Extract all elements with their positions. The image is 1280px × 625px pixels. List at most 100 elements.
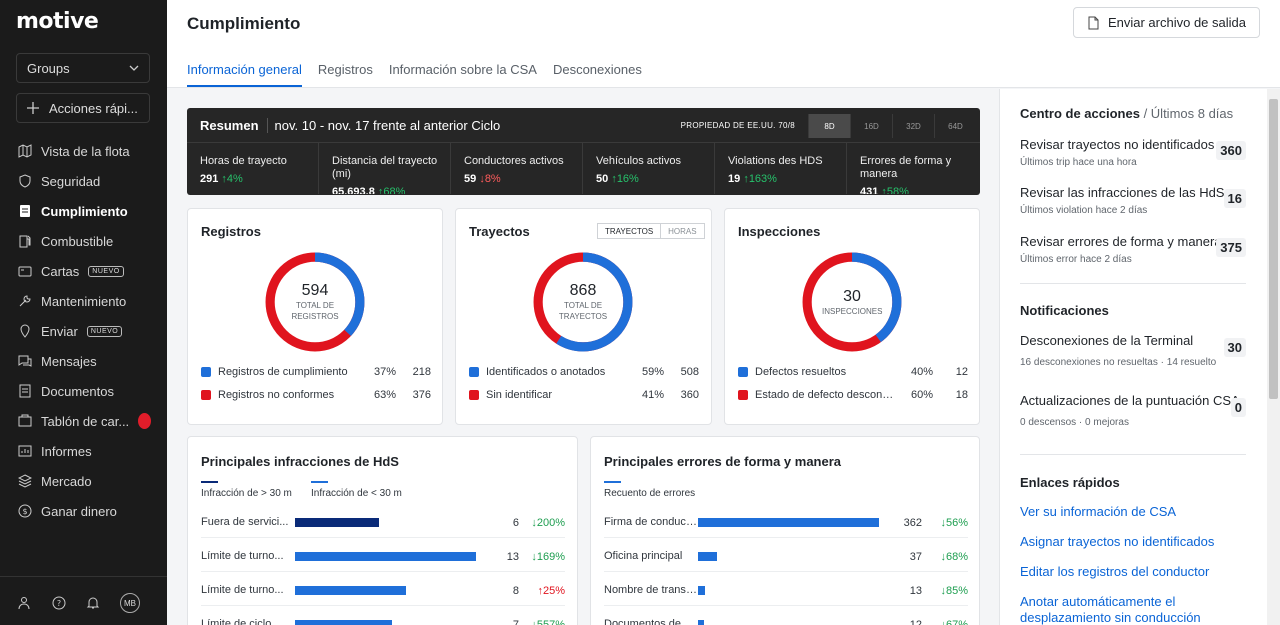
legend-pct: 40%	[910, 366, 933, 378]
metric-hos-violations[interactable]: Violations des HDS 19 ↑163%	[715, 143, 847, 194]
legend-row[interactable]: Registros no conformes 63% 376	[201, 389, 431, 401]
bell-icon[interactable]	[86, 596, 100, 610]
quick-actions-button[interactable]: Acciones rápi...	[16, 93, 150, 123]
sidebar-item-fleet-view[interactable]: Vista de la flota	[0, 136, 167, 166]
sidebar-item-label: Tablón de car...	[41, 413, 130, 429]
send-output-file-button[interactable]: Enviar archivo de salida	[1072, 7, 1260, 38]
tab-csa[interactable]: Información sobre la CSA	[389, 62, 537, 87]
sidebar-item-market[interactable]: Mercado	[0, 466, 167, 496]
sidebar-item-load-board[interactable]: Tablón de car...	[0, 406, 167, 436]
scrollbar-thumb[interactable]	[1269, 99, 1278, 399]
legend-row[interactable]: Identificados o anotados 59% 508	[469, 366, 699, 378]
bar-row[interactable]: Fuera de servici... 6 ↓200%	[201, 508, 565, 538]
metric-drive-distance[interactable]: Distancia del trayecto (mi) 65,693.8 ↑68…	[319, 143, 451, 194]
period-16d[interactable]: 16D	[850, 114, 892, 138]
link-auto-annotate[interactable]: Anotar automáticamente el desplazamiento…	[1020, 594, 1220, 625]
bar-row[interactable]: Límite de turno... 13 ↓169%	[201, 542, 565, 572]
action-item[interactable]: Revisar errores de forma y manera Último…	[1020, 234, 1246, 265]
groups-dropdown[interactable]: Groups	[16, 53, 150, 83]
metric-form-errors[interactable]: Errores de forma y manera 431 ↑58%	[847, 143, 979, 194]
metric-active-drivers[interactable]: Conductores activos 59 ↓8%	[451, 143, 583, 194]
period-32d[interactable]: 32D	[892, 114, 934, 138]
period-64d[interactable]: 64D	[934, 114, 976, 138]
legend-swatch-blue	[201, 367, 211, 377]
toggle-hours[interactable]: HORAS	[661, 224, 703, 238]
legend-pct: 63%	[373, 389, 396, 401]
sidebar-item-reports[interactable]: Informes	[0, 436, 167, 466]
legend-label: Recuento de errores	[604, 488, 696, 499]
send-output-file-label: Enviar archivo de salida	[1107, 15, 1246, 30]
bar-change: ↓68%	[940, 550, 968, 563]
bar-change: ↑25%	[537, 584, 565, 597]
link-csa-info[interactable]: Ver su información de CSA	[1020, 504, 1220, 520]
sidebar-item-compliance[interactable]: Cumplimiento	[0, 196, 167, 226]
section-divider	[1020, 454, 1246, 455]
sidebar-item-fuel[interactable]: Combustible	[0, 226, 167, 256]
metric-change: ↑163%	[743, 173, 777, 185]
notification-title: Actualizaciones de la puntuación CSA	[1020, 393, 1240, 408]
market-icon	[18, 474, 32, 488]
legend-row[interactable]: Defectos resueltos 40% 12	[738, 366, 968, 378]
action-item[interactable]: Revisar las infracciones de las HdS Últi…	[1020, 185, 1246, 216]
groups-label: Groups	[27, 60, 70, 76]
svg-text:?: ?	[57, 599, 61, 608]
action-center-title: Centro de acciones / Últimos 8 días	[1020, 106, 1234, 121]
bar-row[interactable]: Documentos de ... 12 ↓67%	[604, 610, 968, 625]
avatar[interactable]: MB	[120, 593, 140, 613]
legend-row[interactable]: Registros de cumplimiento 37% 218	[201, 366, 431, 378]
legend-count: 508	[680, 366, 699, 378]
period-8d[interactable]: 8D	[808, 114, 850, 138]
metric-label: Distancia del trayecto (mi)	[332, 155, 438, 180]
sidebar-item-security[interactable]: Seguridad	[0, 166, 167, 196]
action-item[interactable]: Revisar trayectos no identificados Últim…	[1020, 137, 1246, 168]
help-icon[interactable]: ?	[52, 596, 66, 610]
legend-row[interactable]: Estado de defecto desconoci... 60% 18	[738, 389, 968, 401]
chat-icon	[18, 355, 32, 367]
wrench-icon	[19, 295, 31, 307]
sidebar-item-dispatch[interactable]: Enviar NUEVO	[0, 316, 167, 346]
notification-item[interactable]: Actualizaciones de la puntuación CSA 0 d…	[1020, 393, 1246, 428]
bar-row[interactable]: Nombre de transp... 13 ↓85%	[604, 576, 968, 606]
link-assign-trips[interactable]: Asignar trayectos no identificados	[1020, 534, 1220, 550]
legend-label: Infracción de < 30 m	[311, 488, 402, 499]
sidebar-item-messages[interactable]: Mensajes	[0, 346, 167, 376]
bar-track	[295, 586, 476, 595]
bar-row[interactable]: Firma de conductor 362 ↓56%	[604, 508, 968, 538]
bar-change: ↓85%	[940, 584, 968, 597]
bar-track	[698, 620, 879, 625]
notification-item[interactable]: Desconexiones de la Terminal 16 desconex…	[1020, 333, 1246, 368]
bar-row[interactable]: Oficina principal 37 ↓68%	[604, 542, 968, 572]
metric-active-vehicles[interactable]: Vehículos activos 50 ↑16%	[583, 143, 715, 194]
bar-change: ↓200%	[531, 516, 565, 529]
metric-drive-hours[interactable]: Horas de trayecto 291 ↑4%	[187, 143, 319, 194]
toggle-trips[interactable]: TRAYECTOS	[598, 224, 662, 238]
bar-row[interactable]: Límite de turno... 8 ↑25%	[201, 576, 565, 606]
sidebar-item-cards[interactable]: Cartas NUEVO	[0, 256, 167, 286]
users-settings-icon[interactable]	[18, 596, 32, 610]
metric-change: ↑4%	[221, 173, 243, 185]
sidebar-item-label: Combustible	[41, 233, 114, 249]
tab-overview[interactable]: Información general	[187, 62, 302, 87]
motive-logo[interactable]: motive	[16, 9, 99, 34]
donut-total: 868	[569, 282, 597, 299]
legend-row[interactable]: Sin identificar 41% 360	[469, 389, 699, 401]
board-icon	[18, 414, 32, 427]
donut-center: 30 INSPECCIONES	[801, 251, 903, 353]
tab-disconnections[interactable]: Desconexiones	[553, 62, 642, 87]
bar-fill	[698, 518, 879, 527]
scrollbar-track[interactable]	[1267, 89, 1280, 625]
sidebar-item-label: Cumplimiento	[41, 203, 128, 219]
donut-center: 594 TOTAL DE REGISTROS	[264, 251, 366, 353]
link-edit-driver-logs[interactable]: Editar los registros del conductor	[1020, 564, 1220, 580]
sidebar-item-documents[interactable]: Documentos	[0, 376, 167, 406]
legend-pct: 41%	[641, 389, 664, 401]
sidebar-item-maintenance[interactable]: Mantenimiento	[0, 286, 167, 316]
tab-logs[interactable]: Registros	[318, 62, 373, 87]
bar-row[interactable]: Límite de ciclo... 7 ↓557%	[201, 610, 565, 625]
sidebar-item-earn-money[interactable]: $ Ganar dinero	[0, 496, 167, 526]
sidebar-item-label: Informes	[41, 443, 92, 459]
bar-value: 13	[506, 550, 519, 563]
bar-value: 6	[512, 516, 519, 529]
legend-count: 218	[412, 366, 431, 378]
page-title: Cumplimiento	[187, 14, 301, 33]
